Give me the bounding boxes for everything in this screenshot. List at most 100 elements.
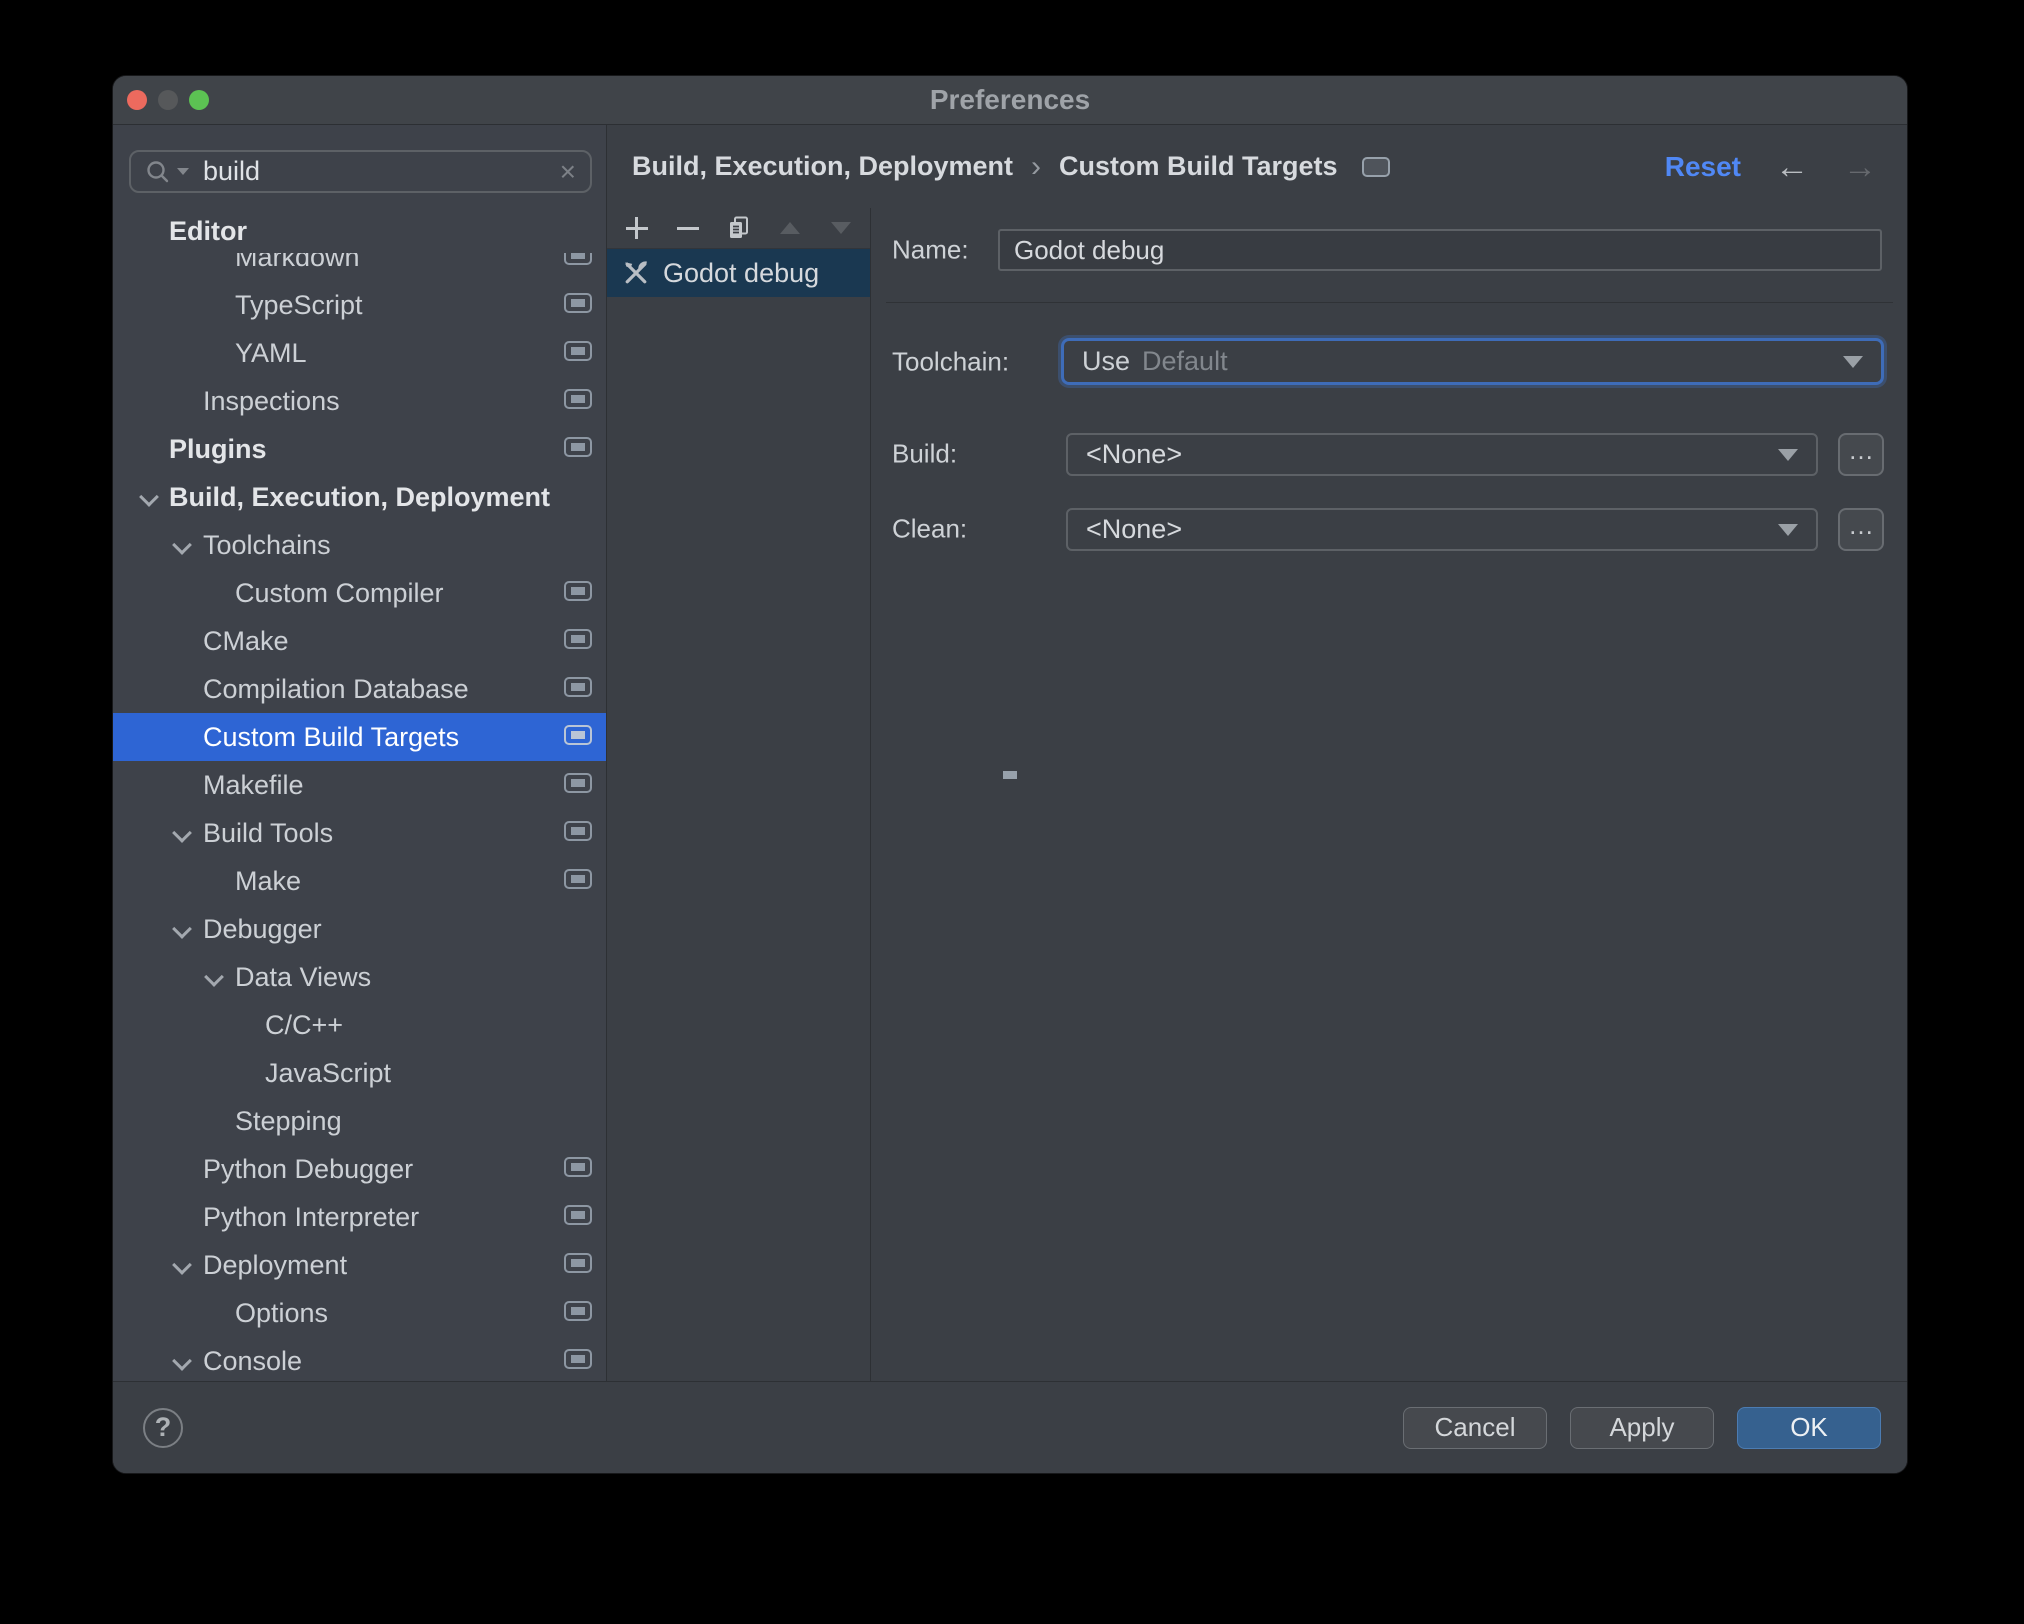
settings-detail-area: Build, Execution, Deployment › Custom Bu… [607,125,1907,1381]
search-input[interactable] [203,156,554,187]
build-select[interactable]: <None> [1066,433,1818,476]
sidebar-item-build-execution-deployment[interactable]: Build, Execution, Deployment [113,473,606,521]
preferences-content: × EditorMarkdownTypeScriptYAMLInspection… [113,125,1907,1381]
dialog-footer: ? Cancel Apply OK [113,1381,1907,1473]
sidebar-item-python-interpreter[interactable]: Python Interpreter [113,1193,606,1241]
copy-target-button[interactable] [725,214,752,242]
sidebar-item-plugins[interactable]: Plugins [113,425,606,473]
sidebar-item-python-debugger[interactable]: Python Debugger [113,1145,606,1193]
search-options-chevron-icon[interactable] [177,168,189,175]
settings-tree: Editor Markdown TypeScript YAML Inspections P… [113,209,606,1381]
sidebar-item-editor[interactable]: Editor [113,209,606,253]
reset-link[interactable]: Reset [1665,151,1741,183]
settings-indicator-icon [564,1157,592,1177]
breadcrumb: Build, Execution, Deployment › Custom Bu… [632,150,1390,184]
sidebar-item-data-views[interactable]: Data Views [113,953,606,1001]
settings-indicator-icon [564,437,592,457]
back-arrow-icon[interactable]: ← [1775,150,1809,184]
sidebar-item-options[interactable]: Options [113,1289,606,1337]
sidebar-item-console[interactable]: Console [113,1337,606,1381]
chevron-down-icon[interactable] [141,490,157,506]
clean-browse-button[interactable]: … [1838,508,1884,551]
chevron-down-icon[interactable] [174,1354,190,1370]
build-targets-panel: Godot debug [607,208,871,1381]
chevron-down-icon[interactable] [174,922,190,938]
settings-indicator-icon [564,341,592,361]
sidebar-item-build-tools[interactable]: Build Tools [113,809,606,857]
settings-indicator-icon [564,725,592,745]
build-targets-list: Godot debug [607,249,870,1381]
titlebar[interactable]: Preferences [113,76,1907,125]
breadcrumb-parent[interactable]: Build, Execution, Deployment [632,151,1013,182]
detail-body: Godot debug Name: Toolchain: Use Default… [607,208,1907,1381]
settings-indicator-icon [564,821,592,841]
apply-button[interactable]: Apply [1570,1406,1714,1449]
cancel-button[interactable]: Cancel [1403,1406,1547,1449]
search-area: × [113,125,606,209]
add-target-button[interactable] [623,214,650,242]
footer-buttons: Cancel Apply OK [1403,1406,1881,1449]
down-arrow-icon [830,222,851,234]
sidebar-item-typescript[interactable]: TypeScript [113,281,606,329]
breadcrumb-current: Custom Build Targets [1059,151,1338,181]
chevron-down-icon[interactable] [174,538,190,554]
header-actions: Reset ← → [1665,150,1877,184]
clean-label: Clean: [892,513,968,544]
custom-build-target-form: Name: Toolchain: Use Default Build: <Non… [871,208,1907,1381]
sidebar-item-inspections[interactable]: Inspections [113,377,606,425]
settings-indicator-icon [564,1205,592,1225]
sidebar-item-yaml[interactable]: YAML [113,329,606,377]
build-browse-button[interactable]: … [1838,433,1884,476]
build-target-item-godot-debug[interactable]: Godot debug [607,249,870,297]
settings-indicator-icon [564,629,592,649]
traffic-lights [127,76,209,124]
dropdown-arrow-icon [1778,523,1798,536]
build-targets-toolbar [607,208,870,249]
sidebar-item-javascript[interactable]: JavaScript [113,1049,606,1097]
toolchain-select[interactable]: Use Default [1061,338,1884,385]
ok-button[interactable]: OK [1737,1406,1881,1449]
build-tools-icon [625,261,647,284]
help-button[interactable]: ? [143,1407,183,1448]
settings-indicator-icon [564,581,592,601]
sidebar-item-deployment[interactable]: Deployment [113,1241,606,1289]
clean-select[interactable]: <None> [1066,508,1818,551]
preferences-window: Preferences × EditorMarkdownTypeScriptYA… [112,75,1908,1474]
sidebar-item-make[interactable]: Make [113,857,606,905]
sidebar-item-stepping[interactable]: Stepping [113,1097,606,1145]
chevron-down-icon[interactable] [206,970,222,986]
clear-search-icon[interactable]: × [560,157,576,186]
forward-arrow-icon: → [1843,147,1877,186]
sidebar-item-c-c[interactable]: C/C++ [113,1001,606,1049]
settings-indicator-icon [564,389,592,409]
chevron-down-icon[interactable] [174,826,190,842]
sidebar-item-custom-build-targets[interactable]: Custom Build Targets [113,713,606,761]
minimize-window-button[interactable] [158,90,178,110]
settings-indicator-icon [564,1301,592,1321]
sidebar-item-cmake[interactable]: CMake [113,617,606,665]
sidebar-item-custom-compiler[interactable]: Custom Compiler [113,569,606,617]
dropdown-arrow-icon [1843,355,1863,368]
settings-indicator-icon [564,869,592,889]
zoom-window-button[interactable] [189,90,209,110]
settings-indicator-icon [564,1349,592,1369]
settings-indicator-icon [564,293,592,313]
settings-sidebar: × EditorMarkdownTypeScriptYAMLInspection… [113,125,607,1381]
remove-target-button[interactable] [674,214,701,242]
settings-indicator-icon [564,1253,592,1273]
search-box[interactable]: × [129,150,592,193]
settings-indicator-icon [564,677,592,697]
sidebar-item-makefile[interactable]: Makefile [113,761,606,809]
window-title: Preferences [929,84,1091,115]
build-label: Build: [892,438,958,469]
sidebar-item-debugger[interactable]: Debugger [113,905,606,953]
sidebar-item-compilation-database[interactable]: Compilation Database [113,665,606,713]
chevron-down-icon[interactable] [174,1258,190,1274]
name-input[interactable] [998,229,1882,271]
dropdown-arrow-icon [1778,448,1798,461]
copy-icon [729,216,748,238]
settings-indicator-icon [1361,156,1390,177]
sidebar-item-toolchains[interactable]: Toolchains [113,521,606,569]
move-down-button [827,214,854,242]
close-window-button[interactable] [127,90,147,110]
